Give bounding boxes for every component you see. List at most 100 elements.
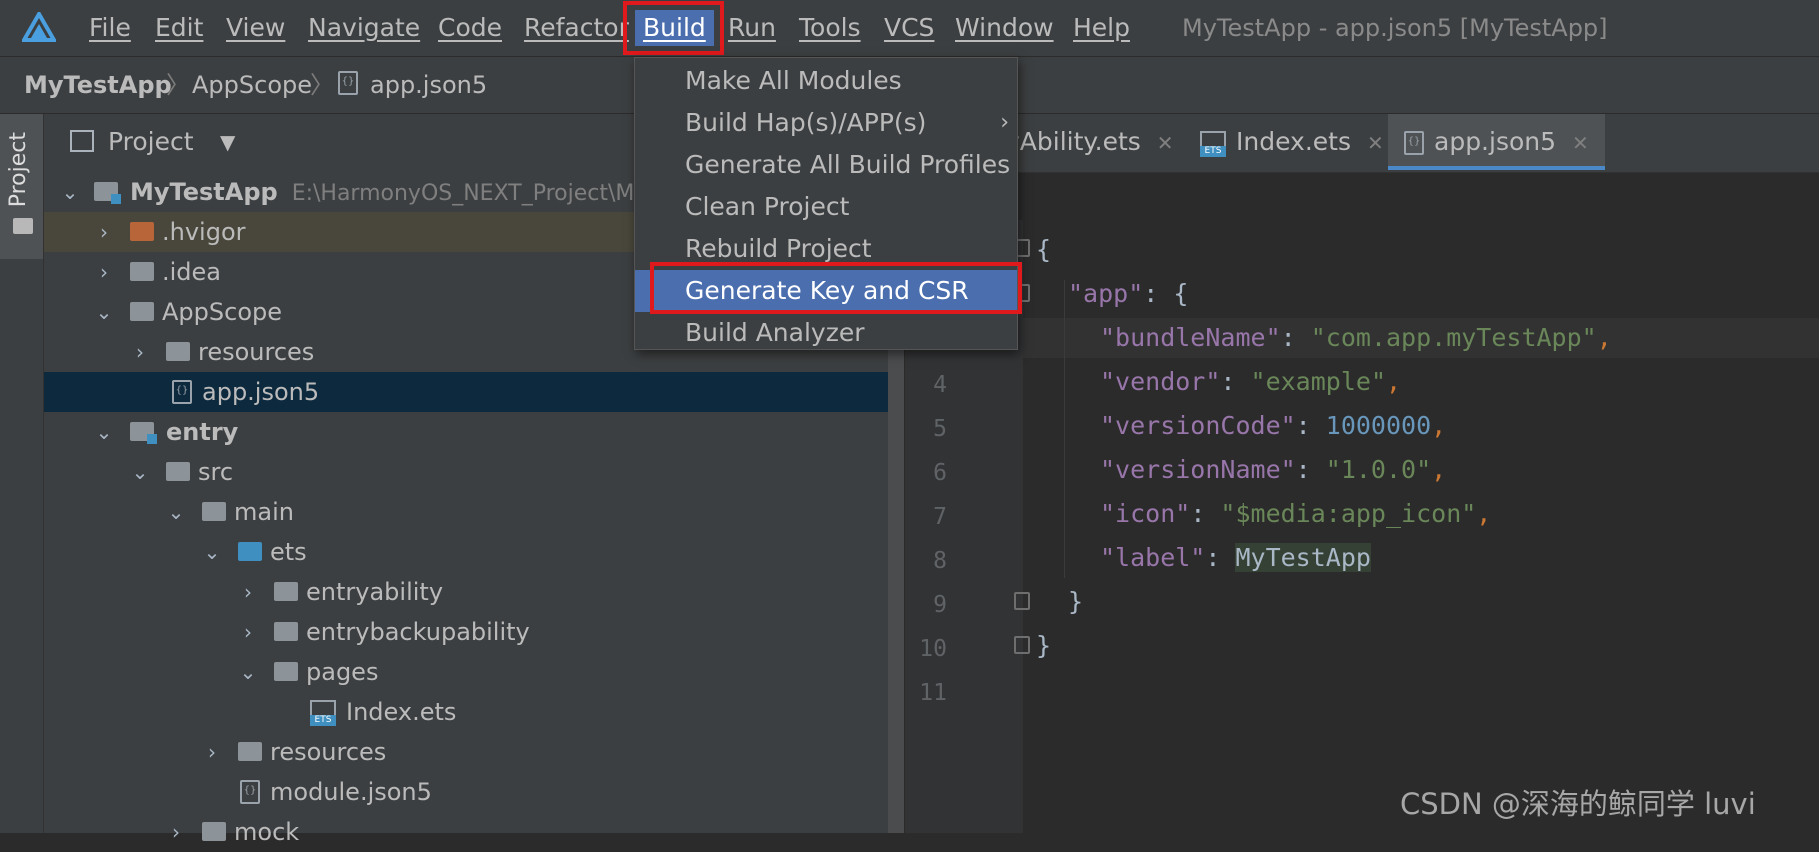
tree-item-label: entrybackupability	[306, 618, 530, 646]
tree-item-label: app.json5	[202, 378, 320, 406]
tab-entryability[interactable]: yAbility.ets ✕	[1005, 114, 1174, 170]
tree-root-name: MyTestApp	[130, 178, 278, 206]
chevron-down-icon[interactable]: ⌄	[130, 452, 150, 492]
chevron-right-icon[interactable]: ›	[130, 332, 150, 372]
tree-item-label: AppScope	[162, 298, 282, 326]
watermark: CSDN @深海的鲸同学 luvi	[1400, 787, 1756, 821]
menu-window[interactable]: Window	[955, 10, 1054, 46]
json-file-icon: {}	[338, 71, 358, 95]
menu-help[interactable]: Help	[1073, 10, 1130, 46]
menu-file[interactable]: File	[89, 10, 131, 46]
tree-row[interactable]: ⌄ pages	[44, 652, 904, 692]
chevron-down-icon[interactable]: ⌄	[202, 532, 222, 572]
menu-item-make-all-modules[interactable]: Make All Modules	[635, 60, 1017, 102]
tree-row[interactable]: ⌄ main	[44, 492, 904, 532]
fold-marker-icon[interactable]	[1014, 636, 1030, 654]
tree-row[interactable]: ⌄ entry	[44, 412, 904, 452]
chevron-down-icon[interactable]: ⌄	[60, 172, 80, 212]
folder-icon	[274, 622, 298, 641]
breadcrumb-file[interactable]: app.json5	[370, 69, 487, 101]
tree-item-label: .idea	[162, 258, 222, 286]
folder-icon	[166, 462, 190, 481]
tree-row[interactable]: Index.ets	[44, 692, 904, 732]
project-view-icon	[70, 130, 94, 152]
code-line-1: {	[1036, 235, 1052, 264]
menu-tools[interactable]: Tools	[799, 10, 861, 46]
menu-code[interactable]: Code	[438, 10, 502, 46]
chevron-right-icon[interactable]: ›	[94, 252, 114, 292]
tree-row[interactable]: › mock	[44, 812, 904, 852]
chevron-right-icon[interactable]: ›	[238, 572, 258, 612]
chevron-right-icon[interactable]: ›	[166, 812, 186, 852]
menu-refactor[interactable]: Refactor	[524, 10, 629, 46]
tree-row[interactable]: ⌄ src	[44, 452, 904, 492]
close-icon[interactable]: ✕	[1367, 131, 1384, 155]
menu-item-build-analyzer[interactable]: Build Analyzer	[635, 312, 1017, 354]
project-panel-title[interactable]: Project	[108, 126, 194, 158]
menu-edit[interactable]: Edit	[155, 10, 203, 46]
tree-item-label: resources	[270, 738, 387, 766]
folder-icon	[13, 218, 33, 234]
line-number: 6	[933, 460, 947, 486]
tab-label: app.json5	[1434, 127, 1557, 156]
breadcrumb-appscope[interactable]: AppScope	[192, 69, 312, 101]
tree-item-label: Index.ets	[346, 698, 457, 726]
menu-vcs[interactable]: VCS	[884, 10, 934, 46]
folder-icon	[238, 542, 262, 561]
menu-run[interactable]: Run	[728, 10, 776, 46]
project-tool-tab[interactable]: Project	[0, 114, 43, 259]
chevron-right-icon[interactable]: ›	[202, 732, 222, 772]
ets-file-icon	[310, 700, 336, 726]
menu-item-label: Build Hap(s)/APP(s)	[685, 108, 927, 137]
tree-row-selected[interactable]: {} app.json5	[44, 372, 904, 412]
code-line-9: }	[1068, 587, 1084, 616]
tree-row[interactable]: › entrybackupability	[44, 612, 904, 652]
app-logo-icon[interactable]	[22, 12, 56, 44]
code-line-5: "versionCode": 1000000,	[1100, 411, 1447, 440]
chevron-right-icon[interactable]: ›	[238, 612, 258, 652]
chevron-down-icon[interactable]: ▼	[220, 126, 235, 158]
chevron-down-icon[interactable]: ⌄	[94, 292, 114, 332]
chevron-down-icon[interactable]: ⌄	[94, 412, 114, 452]
chevron-down-icon[interactable]: ⌄	[166, 492, 186, 532]
chevron-down-icon[interactable]: ⌄	[238, 652, 258, 692]
editor-tab-bar: yAbility.ets ✕ Index.ets ✕ {} app.json5 ✕	[905, 114, 1819, 173]
line-number: 7	[933, 504, 947, 530]
menu-item-generate-build-profiles[interactable]: Generate All Build Profiles	[635, 144, 1017, 186]
tree-root-path: E:\HarmonyOS_NEXT_Project\M	[291, 181, 635, 206]
line-number: 5	[933, 416, 947, 442]
tree-item-label: ets	[270, 538, 307, 566]
line-number: 8	[933, 548, 947, 574]
project-tool-label: Project	[6, 132, 31, 208]
tree-item-label: main	[234, 498, 294, 526]
tab-index-ets[interactable]: Index.ets ✕	[1200, 114, 1384, 170]
breadcrumb-project[interactable]: MyTestApp	[24, 69, 172, 101]
fold-marker-icon[interactable]	[1014, 592, 1030, 610]
tool-window-stripe: Project	[0, 114, 44, 833]
code-line-7: "icon": "$media:app_icon",	[1100, 499, 1492, 528]
module-folder-icon	[94, 182, 121, 204]
line-number: 11	[919, 680, 947, 706]
indent-guide	[1064, 280, 1065, 578]
folder-icon	[274, 662, 298, 681]
editor-toolbar	[905, 173, 1819, 221]
code-line-2: "app": {	[1068, 279, 1189, 308]
code-line-10: }	[1036, 631, 1052, 660]
tab-app-json5[interactable]: {} app.json5 ✕	[1388, 114, 1605, 170]
line-number: 9	[933, 592, 947, 618]
menu-item-clean-project[interactable]: Clean Project	[635, 186, 1017, 228]
tree-row[interactable]: ⌄ ets	[44, 532, 904, 572]
menu-item-build-haps[interactable]: Build Hap(s)/APP(s) ›	[635, 102, 1017, 144]
menu-navigate[interactable]: Navigate	[308, 10, 420, 46]
tree-row[interactable]: › entryability	[44, 572, 904, 612]
folder-icon	[130, 302, 154, 321]
tree-row[interactable]: › resources	[44, 732, 904, 772]
folder-icon	[238, 742, 262, 761]
menu-view[interactable]: View	[226, 10, 285, 46]
chevron-right-icon[interactable]: ›	[94, 212, 114, 252]
close-icon[interactable]: ✕	[1157, 131, 1174, 155]
tree-row[interactable]: {} module.json5	[44, 772, 904, 812]
folder-icon	[274, 582, 298, 601]
close-icon[interactable]: ✕	[1572, 131, 1589, 155]
code-line-8: "label": MyTestApp	[1100, 543, 1371, 572]
